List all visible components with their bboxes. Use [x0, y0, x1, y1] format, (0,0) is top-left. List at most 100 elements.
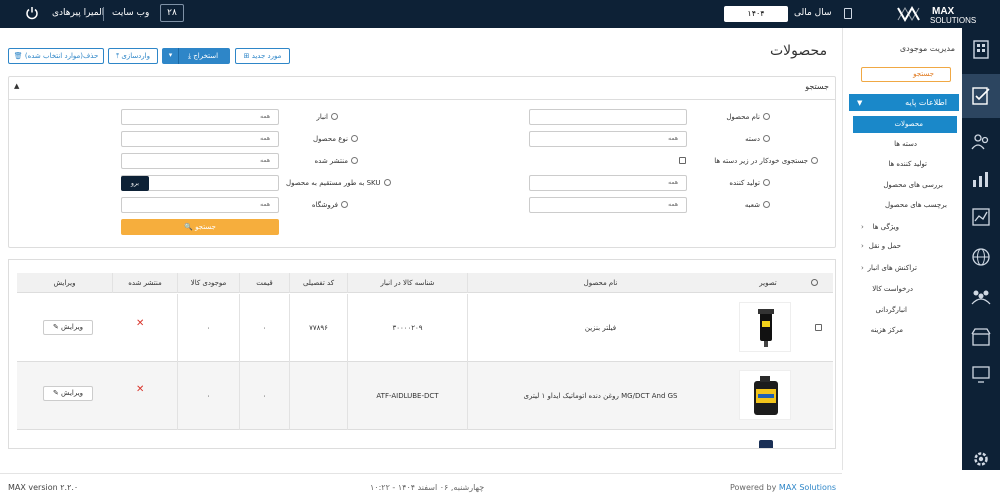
products-table: تصویر نام محصول شناسه کالا در انبار کد ت… [8, 259, 836, 449]
sidebar-item-warehouse-transactions[interactable]: › تراکنش های انبار [843, 264, 955, 272]
people-icon[interactable] [970, 286, 992, 308]
header-edit[interactable]: ویرایش [17, 273, 112, 293]
window-icon[interactable] [844, 8, 852, 19]
stores-icon[interactable] [970, 326, 992, 348]
sidebar-item-product-reviews[interactable]: بررسی های محصول [843, 181, 955, 189]
powered-by-link[interactable]: MAX Solutions [779, 483, 836, 492]
header-product-name[interactable]: نام محصول [467, 273, 733, 293]
header-price[interactable]: قیمت [239, 273, 289, 293]
sidebar-item-product-tags[interactable]: برچسب های محصول [843, 201, 955, 209]
header-published[interactable]: منتشر شده [112, 273, 177, 293]
header-detail-code[interactable]: کد تفصیلی [289, 273, 347, 293]
team-icon[interactable] [970, 131, 992, 153]
powered-by: Powered by MAX Solutions [730, 483, 836, 492]
edit-button[interactable]: ✎ ویرایش [43, 320, 93, 335]
new-item-button[interactable]: ⊞ مورد جدید [235, 48, 290, 64]
reports-icon[interactable] [970, 168, 992, 190]
category-select[interactable]: همه [529, 131, 687, 147]
cell-warehouse-id: ATF-AIDLUBE-DCT [347, 362, 467, 430]
sidebar-item-manufacturers[interactable]: تولید کننده ها [843, 160, 955, 168]
sidebar-item-shipping[interactable]: › حمل و نقل [843, 242, 955, 250]
sidebar-item-cost-center[interactable]: مرکز هزینه [843, 326, 955, 334]
top-bar: الميرا پيرهادی وب سایت ۲۸ ۱۴۰۴ سال مالی … [0, 0, 1000, 28]
info-icon [383, 179, 391, 186]
manufacturer-select[interactable]: همه [529, 175, 687, 191]
row-checkbox[interactable] [815, 324, 822, 331]
import-button[interactable]: ⤒ واردسازی [108, 48, 158, 64]
header-warehouse-id[interactable]: شناسه کالا در انبار [347, 273, 467, 293]
edit-button[interactable]: ✎ ویرایش [43, 386, 93, 401]
table-row[interactable] [17, 430, 833, 448]
new-item-label: مورد جدید [251, 52, 282, 60]
chevron-down-icon: ▼ [857, 99, 863, 107]
delete-selected-button[interactable]: 🗑 حذف(موارد انتخاب شده) [8, 48, 104, 64]
info-icon [763, 135, 770, 142]
pencil-icon: ✎ [52, 389, 59, 397]
label-text: فروشگاه [311, 201, 338, 209]
sidebar-section-basic-info[interactable]: ▼ اطلاعات پایه [849, 94, 959, 111]
table-row[interactable]: روغن دنده اتوماتیک ایداو ۱ لیتری MG/DCT … [17, 362, 833, 430]
sidebar-search-input[interactable]: جستجو [861, 67, 951, 82]
table-row[interactable]: فیلتر بنزین ۳۰۰۰۰۲۰۹ ۷۷۸۹۶ ۰ ۰ ✕ ✎ ویرای… [17, 294, 833, 362]
sidebar-item-label: حمل و نقل [868, 242, 901, 250]
sku-direct-label: به طور مستقیم به محصول SKU [286, 179, 391, 187]
chevron-up-icon[interactable]: ▲ [14, 82, 19, 90]
product-name-input[interactable] [529, 109, 687, 125]
branch-select[interactable]: همه [529, 197, 687, 213]
sidebar-item-attributes[interactable]: › ویژگی ها [843, 223, 955, 231]
power-icon[interactable] [25, 6, 39, 20]
not-published-icon: ✕ [136, 384, 145, 395]
search-button[interactable]: 🔍 جستجو [121, 219, 279, 235]
caret-down-icon[interactable]: ▾ [163, 48, 179, 64]
product-image[interactable] [739, 302, 791, 352]
select-all-checkbox[interactable] [811, 279, 818, 286]
product-image[interactable] [739, 436, 791, 448]
edit-label: ویرایش [61, 323, 84, 331]
manufacturer-label: تولید کننده [700, 179, 770, 187]
cell-detail-code: ۷۷۸۹۶ [289, 294, 347, 362]
sales-chart-icon[interactable] [970, 206, 992, 228]
inventory-check-icon[interactable] [970, 85, 992, 107]
header-stock[interactable]: موجودی کالا [177, 273, 239, 293]
info-icon [811, 157, 818, 164]
row-checkbox[interactable] [815, 392, 822, 399]
chevron-right-icon: › [861, 242, 864, 250]
sidebar-item-categories[interactable]: دسته ها [843, 140, 955, 148]
user-name[interactable]: الميرا پيرهادی [52, 8, 104, 18]
warehouse-select[interactable]: همه [121, 109, 279, 125]
header-image[interactable]: تصویر [733, 273, 803, 293]
fiscal-year-select[interactable]: ۱۴۰۴ [724, 6, 788, 22]
globe-icon[interactable] [970, 246, 992, 268]
subcategory-search-checkbox[interactable] [679, 157, 686, 164]
product-type-select[interactable]: همه [121, 131, 279, 147]
icon-rail [962, 28, 1000, 470]
cell-warehouse-id: ۳۰۰۰۰۲۰۹ [347, 294, 467, 362]
edit-label: ویرایش [61, 389, 84, 397]
sidebar-item-products[interactable]: محصولات [853, 116, 957, 133]
building-icon[interactable] [970, 38, 992, 60]
sidebar-item-label: ویژگی ها [872, 223, 899, 231]
plus-icon: ⊞ [243, 52, 250, 60]
cell-product-name: روغن دنده اتوماتیک ایداو ۱ لیتری MG/DCT … [467, 362, 733, 430]
search-button-label: جستجو [195, 223, 216, 231]
cell-price: ۰ [239, 362, 289, 430]
monitor-icon[interactable] [970, 363, 992, 385]
pencil-icon: ✎ [52, 323, 59, 331]
sidebar-item-goods-request[interactable]: درخواست کالا [843, 285, 955, 293]
label-text: به طور مستقیم به محصول SKU [286, 179, 381, 187]
divider [103, 7, 104, 21]
published-select[interactable]: همه [121, 153, 279, 169]
sku-go-button[interactable]: برو [121, 176, 149, 191]
notification-badge[interactable]: ۲۸ [160, 4, 184, 22]
settings-gear-icon[interactable] [970, 448, 992, 470]
sidebar-item-stocktaking[interactable]: انبارگردانی [843, 306, 955, 314]
info-icon [351, 157, 358, 164]
max-solutions-logo[interactable]: MAX SOLUTIONS [895, 4, 995, 24]
export-button[interactable]: ▾ ⤓ استخراج [162, 48, 230, 64]
oil-bottle-image [754, 376, 778, 415]
website-link[interactable]: وب سایت [112, 8, 149, 18]
branch-label: شعبه [700, 201, 770, 209]
product-image[interactable] [739, 370, 791, 420]
store-select[interactable]: همه [121, 197, 279, 213]
table-header: تصویر نام محصول شناسه کالا در انبار کد ت… [17, 273, 833, 293]
